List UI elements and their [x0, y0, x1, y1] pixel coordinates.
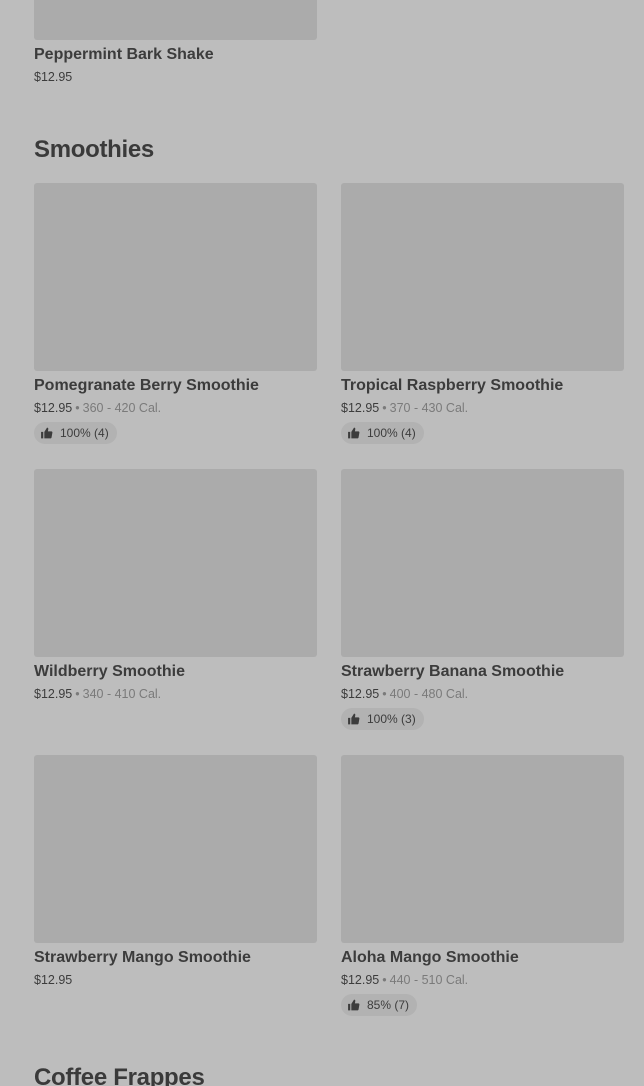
item-name: Peppermint Bark Shake: [34, 46, 214, 63]
thumbs-up-icon: [348, 999, 360, 1011]
rating-badge: 100% (4): [341, 422, 424, 444]
item-image: [341, 183, 624, 371]
item-image: [34, 183, 317, 371]
thumbs-up-icon: [348, 713, 360, 725]
rating-value: 85% (7): [367, 998, 410, 1012]
thumbs-up-icon: [41, 427, 53, 439]
menu-item-card[interactable]: Tropical Raspberry Smoothie $12.95 • 370 -…: [341, 183, 624, 444]
separator-dot: •: [382, 973, 387, 987]
menu-page: Peppermint Bark Shake $12.95 Smoothies P…: [0, 0, 644, 1086]
item-calories: 370 - 430 Cal.: [389, 401, 469, 415]
rating-badge: 100% (4): [34, 422, 117, 444]
item-calories: 400 - 480 Cal.: [389, 687, 469, 701]
item-meta: $12.95: [34, 973, 317, 987]
item-name: Pomegranate Berry Smoothie: [34, 377, 259, 394]
item-price: $12.95: [34, 687, 73, 701]
item-price: $12.95: [34, 401, 73, 415]
item-name: Strawberry Mango Smoothie: [34, 949, 251, 966]
menu-item-peppermint-bark-shake[interactable]: Peppermint Bark Shake $12.95: [34, 0, 317, 84]
separator-dot: •: [382, 687, 387, 701]
item-meta: $12.95 • 360 - 420 Cal.: [34, 401, 317, 415]
rating-value: 100% (4): [60, 426, 109, 440]
item-price: $12.95: [341, 401, 380, 415]
separator-dot: •: [382, 401, 387, 415]
menu-item-card[interactable]: Strawberry Banana Smoothie $12.95 • 400 - …: [341, 469, 624, 730]
rating-badge: 85% (7): [341, 994, 418, 1016]
item-image: [34, 0, 317, 40]
item-name: Wildberry Smoothie: [34, 663, 185, 680]
item-calories: 440 - 510 Cal.: [389, 973, 469, 987]
section-title-coffee-frappes: Coffee Frappes: [34, 1064, 205, 1086]
item-price: $12.95: [34, 973, 73, 987]
item-price: $12.95: [341, 973, 380, 987]
item-meta: $12.95 • 400 - 480 Cal.: [341, 687, 624, 701]
item-meta: $12.95 • 370 - 430 Cal.: [341, 401, 624, 415]
item-name: Strawberry Banana Smoothie: [341, 663, 565, 680]
item-meta: $12.95 • 340 - 410 Cal.: [34, 687, 317, 701]
menu-item-card[interactable]: Pomegranate Berry Smoothie $12.95 • 360 - …: [34, 183, 317, 444]
item-image: [341, 469, 624, 657]
separator-dot: •: [75, 401, 80, 415]
item-name: Tropical Raspberry Smoothie: [341, 377, 564, 394]
item-image: [34, 755, 317, 943]
menu-item-card[interactable]: Strawberry Mango Smoothie $12.95: [34, 755, 317, 987]
item-image: [34, 469, 317, 657]
item-price: $12.95: [34, 70, 73, 84]
menu-item-card[interactable]: Wildberry Smoothie $12.95 • 340 - 410 Cal.: [34, 469, 317, 701]
rating-value: 100% (3): [367, 712, 416, 726]
item-image: [341, 755, 624, 943]
item-price: $12.95: [341, 687, 380, 701]
rating-value: 100% (4): [367, 426, 416, 440]
item-calories: 340 - 410 Cal.: [82, 687, 162, 701]
section-title-smoothies: Smoothies: [34, 136, 154, 163]
separator-dot: •: [75, 687, 80, 701]
rating-badge: 100% (3): [341, 708, 424, 730]
thumbs-up-icon: [348, 427, 360, 439]
item-meta: $12.95 • 440 - 510 Cal.: [341, 973, 624, 987]
item-calories: 360 - 420 Cal.: [82, 401, 162, 415]
menu-item-card[interactable]: Aloha Mango Smoothie $12.95 • 440 - 510 Ca…: [341, 755, 624, 1016]
item-meta: $12.95: [34, 70, 317, 84]
item-name: Aloha Mango Smoothie: [341, 949, 519, 966]
